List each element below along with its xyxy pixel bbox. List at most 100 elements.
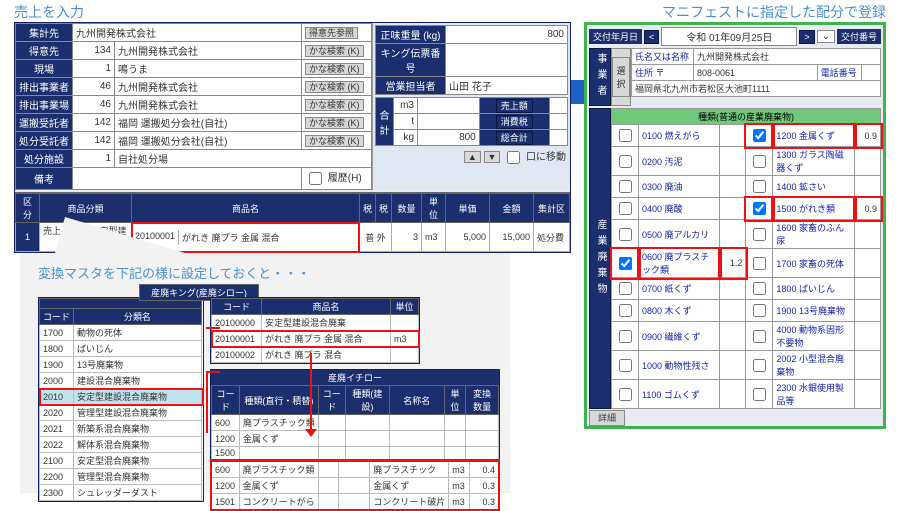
mani-chk[interactable]	[619, 129, 632, 142]
mani-waste-row[interactable]: 0200 汚泥1300 ガラス陶磁器くず	[612, 147, 881, 176]
mani-chk[interactable]	[753, 388, 766, 401]
mani-waste-row[interactable]: 1100 ゴムくず2300 水銀使用製品等	[612, 380, 881, 409]
kana-4[interactable]: かな検索 (K)	[305, 99, 364, 111]
mani-chk[interactable]	[753, 155, 766, 168]
king-left-row[interactable]: 2021新築系混合廃棄物	[40, 421, 203, 437]
king-left-row[interactable]: 190013号廃棄物	[40, 357, 203, 373]
val-kg[interactable]: 800	[418, 130, 480, 146]
king-right-row[interactable]: 20100000安定型建設混合廃棄	[212, 315, 419, 331]
mani-waste-row[interactable]: 0100 燃えがら1200 金属くず0.9	[612, 125, 881, 147]
mani-zip[interactable]: 808-0061	[694, 65, 818, 81]
ichiro-row-b[interactable]: 600廃プラスチック類廃プラスチックm30.4	[212, 461, 499, 478]
kana-2[interactable]: かな検索 (K)	[305, 63, 364, 75]
val-shobun-cd[interactable]: 142	[73, 132, 115, 150]
val-hjb-cd[interactable]: 46	[73, 96, 115, 114]
ichiro-row-b[interactable]: 1200金属くず金属くずm30.3	[212, 478, 499, 494]
mani-chk[interactable]	[753, 129, 766, 142]
ichiro-row[interactable]: 1500	[212, 447, 499, 460]
chk-ido[interactable]	[507, 151, 520, 164]
king-left-row[interactable]: 2020管理型建設混合廃棄物	[40, 405, 203, 421]
val-seimi[interactable]: 800	[446, 26, 568, 44]
val-shisetsu-cd[interactable]: 1	[73, 150, 115, 168]
mani-waste-row[interactable]: 0600 廃プラスチック類1.21700 家畜の死体	[612, 249, 881, 278]
king-left-row[interactable]: 1700動物の死体	[40, 325, 203, 341]
mani-date[interactable]: 令和 01年09月25日	[661, 27, 797, 46]
mani-chk[interactable]	[753, 228, 766, 241]
mani-chk[interactable]	[619, 202, 632, 215]
ichiro-row-b[interactable]: 1501コンクリートがらコンクリート破片m30.3	[212, 494, 499, 510]
mani-chk[interactable]	[753, 257, 766, 270]
king-left-row[interactable]: 2000建設混合廃棄物	[40, 373, 203, 389]
mani-chk[interactable]	[753, 282, 766, 295]
mani-waste-row[interactable]: 1000 動物性残さ2002 小型混合廃棄物	[612, 351, 881, 380]
val-tokuisaki-nm[interactable]: 九州開発株式会社	[115, 42, 302, 60]
val-king-denpyo[interactable]	[446, 44, 568, 77]
val-genba-cd[interactable]: 1	[73, 60, 115, 78]
val-hj-nm[interactable]: 九州開発株式会社	[115, 78, 302, 96]
mani-date-next[interactable]: >	[799, 30, 814, 44]
mani-addr[interactable]: 福岡県北九州市若松区大池町1111	[632, 81, 881, 97]
mani-chk[interactable]	[753, 180, 766, 193]
val-genba-nm[interactable]: 鳴うま	[115, 60, 302, 78]
val-eigyo[interactable]: 山田 花子	[446, 77, 568, 95]
mani-detail-btn[interactable]: 詳細	[589, 410, 625, 426]
king-left-row[interactable]: 2300シュレッダーダスト	[40, 485, 203, 501]
val-syukei[interactable]: 九州開発株式会社	[73, 24, 302, 42]
ichiro-row[interactable]: 1200金属くず	[212, 431, 499, 447]
kana-1[interactable]: かな検索 (K)	[305, 45, 364, 57]
btn-nav-prev[interactable]: ▲	[464, 151, 481, 163]
dr-hinmei-nm: がれき 廃プラ 金属 混合	[179, 230, 359, 245]
mani-chk[interactable]	[619, 388, 632, 401]
kana-3[interactable]: かな検索 (K)	[305, 81, 364, 93]
mani-chk[interactable]	[753, 304, 766, 317]
chk-rireki[interactable]	[309, 172, 322, 185]
mani-date-prev[interactable]: <	[644, 30, 659, 44]
mani-waste-row[interactable]: 0700 紙くず1800 ばいじん	[612, 278, 881, 300]
king-left-row[interactable]: 1800ばいじん	[40, 341, 203, 357]
kana-6[interactable]: かな検索 (K)	[305, 135, 364, 147]
val-hjb-nm[interactable]: 九州開発株式会社	[115, 96, 302, 114]
mani-chk[interactable]	[619, 330, 632, 343]
mani-chk[interactable]	[753, 202, 766, 215]
val-shobun-nm[interactable]: 福岡 運搬処分会社(自社)	[115, 132, 302, 150]
mani-waste-row[interactable]: 0300 廃油1400 鉱さい	[612, 176, 881, 198]
mani-chk[interactable]	[619, 359, 632, 372]
king-right-row[interactable]: 20100002がれき 廃プラ 混合	[212, 347, 419, 363]
val-unpan-cd[interactable]: 142	[73, 114, 115, 132]
mani-select-btn[interactable]: 選択	[612, 57, 630, 97]
val-m3[interactable]	[418, 98, 480, 114]
mani-chk[interactable]	[753, 359, 766, 372]
btn-uriage[interactable]: 売上額	[496, 99, 533, 113]
val-shisetsu-nm[interactable]: 自社処分場	[115, 150, 372, 168]
btn-gokei[interactable]: 総合計	[496, 131, 533, 145]
king-left-row[interactable]: 2200管理型混合廃棄物	[40, 469, 203, 485]
kana-5[interactable]: かな検索 (K)	[305, 117, 364, 129]
mani-waste-row[interactable]: 0500 廃アルカリ1600 家畜のふん尿	[612, 220, 881, 249]
val-t-empty[interactable]	[418, 114, 480, 130]
mani-tel[interactable]	[861, 65, 880, 81]
mani-name[interactable]: 九州開発株式会社	[694, 49, 881, 65]
val-tokuisaki-cd[interactable]: 134	[73, 42, 115, 60]
btn-shohi[interactable]: 消費税	[496, 115, 533, 129]
mani-chk[interactable]	[619, 228, 632, 241]
mani-chk[interactable]	[619, 304, 632, 317]
mani-waste-row[interactable]: 0400 廃酸1500 がれき類0.9	[612, 198, 881, 220]
val-hj-cd[interactable]: 46	[73, 78, 115, 96]
king-left-row[interactable]: 2022解体系混合廃棄物	[40, 437, 203, 453]
btn-tokuisaki-ref[interactable]: 得意先参照	[305, 27, 358, 39]
val-biko[interactable]	[73, 168, 302, 190]
mani-waste-row[interactable]: 0800 木くず1900 13号廃棄物	[612, 300, 881, 322]
mani-chk[interactable]	[753, 330, 766, 343]
king-left-row[interactable]: 2100安定型混合廃棄物	[40, 453, 203, 469]
mani-chk[interactable]	[619, 282, 632, 295]
mani-waste-row[interactable]: 0900 繊維くず4000 動物系固形不要物	[612, 322, 881, 351]
mani-chk[interactable]	[619, 257, 632, 270]
king-right-row[interactable]: 20100001がれき 廃プラ 金属 混合m3	[212, 331, 419, 347]
mani-chk[interactable]	[619, 155, 632, 168]
mani-date-drop[interactable]: ⌄	[817, 30, 835, 43]
btn-nav-next[interactable]: ▼	[484, 151, 501, 163]
val-unpan-nm[interactable]: 福岡 運搬処分会社(自社)	[115, 114, 302, 132]
mani-chk[interactable]	[619, 180, 632, 193]
ichiro-row[interactable]: 600廃プラスチック類	[212, 415, 499, 431]
king-left-row[interactable]: 2010安定型建設混合廃棄物	[40, 389, 203, 405]
